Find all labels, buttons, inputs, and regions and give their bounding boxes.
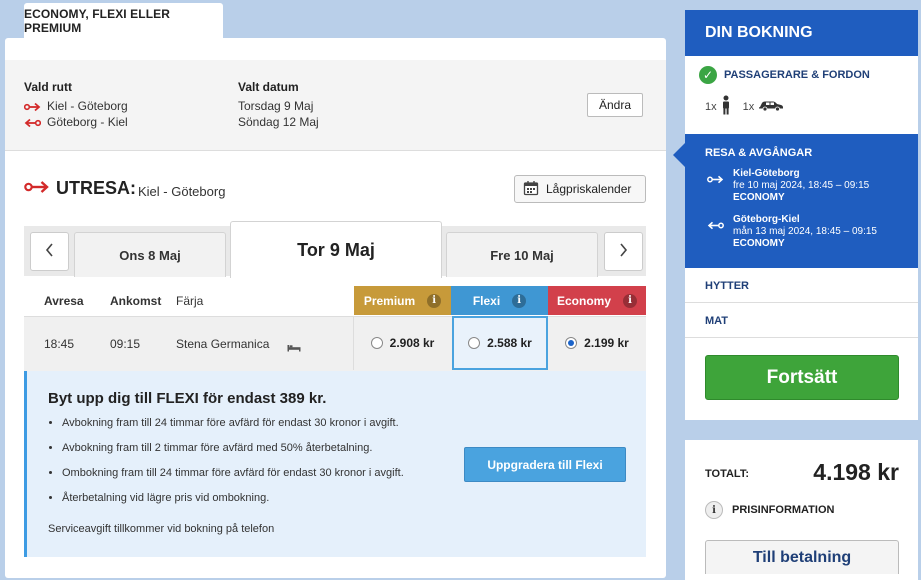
calendar-label: Lågpriskalender	[546, 182, 632, 196]
leg-outbound: Kiel-Göteborg fre 10 maj 2024, 18:45 – 0…	[733, 168, 869, 204]
list-item: Avbokning fram till 2 timmar före avfärd…	[62, 442, 404, 455]
col-ankomst: Ankomst	[110, 294, 162, 308]
return-route-text: Göteborg - Kiel	[47, 115, 128, 129]
info-icon: i	[705, 501, 723, 519]
list-item: Ombokning fram till 24 timmar före avfär…	[62, 467, 404, 480]
arrival-time: 09:15	[110, 337, 141, 351]
ferry-name: Stena Germanica	[176, 337, 270, 351]
date-tab-active[interactable]: Tor 9 Maj	[230, 221, 442, 278]
upgrade-title: Byt upp dig till FLEXI för endast 389 kr…	[48, 390, 327, 407]
bed-icon	[287, 339, 301, 357]
leg-class: ECONOMY	[733, 192, 785, 203]
date-label: Valt datum	[238, 80, 299, 94]
total-value: 4.198 kr	[813, 459, 899, 485]
tab-fare-classes[interactable]: ECONOMY, FLEXI ELLER PREMIUM	[24, 3, 223, 39]
fare-option-premium[interactable]: 2.908 kr	[354, 316, 451, 370]
fare-name: Flexi	[472, 293, 501, 308]
outbound-date: Torsdag 9 Maj	[238, 99, 314, 113]
arrow-right-icon	[24, 178, 50, 199]
outbound-title: UTRESA:	[56, 178, 136, 198]
person-icon	[721, 95, 731, 118]
passenger-counts: 1x 1x	[705, 95, 784, 118]
fare-header-premium[interactable]: Premium i	[354, 286, 451, 315]
fare-option-flexi[interactable]: 2.588 kr	[452, 316, 548, 370]
radio-premium[interactable]	[370, 337, 383, 349]
departure-time: 18:45	[44, 337, 75, 351]
fare-header-flexi[interactable]: Flexi i	[451, 286, 548, 315]
list-item: Avbokning fram till 24 timmar före avfär…	[62, 417, 404, 430]
to-payment-button[interactable]: Till betalning	[705, 540, 899, 574]
leg-class: ECONOMY	[733, 238, 785, 249]
return-date: Söndag 12 Maj	[238, 115, 319, 129]
date-tab-prev[interactable]: Ons 8 Maj	[74, 232, 226, 277]
info-icon[interactable]: i	[427, 293, 442, 308]
prev-date-button[interactable]	[30, 232, 69, 271]
outbound-route-text: Kiel - Göteborg	[47, 99, 128, 113]
chevron-left-icon	[45, 241, 54, 262]
price-info-link[interactable]: i PRISINFORMATION	[705, 501, 834, 519]
low-price-calendar-button[interactable]: Lågpriskalender	[514, 175, 646, 203]
fare-header-economy[interactable]: Economy i	[548, 286, 646, 315]
fare-price: 2.588 kr	[487, 336, 532, 350]
arrow-left-icon	[24, 118, 41, 128]
date-tab-next[interactable]: Fre 10 Maj	[446, 232, 598, 277]
info-icon[interactable]: i	[512, 293, 527, 308]
fare-name: Economy	[556, 293, 611, 308]
arrow-right-icon	[24, 102, 41, 112]
leg-route: Kiel-Göteborg	[733, 168, 800, 179]
upgrade-benefits: Avbokning fram till 24 timmar före avfär…	[46, 417, 404, 517]
leg-return: Göteborg-Kiel mån 13 maj 2024, 18:45 – 0…	[733, 214, 877, 250]
check-icon: ✓	[699, 66, 717, 84]
next-date-button[interactable]	[604, 232, 643, 271]
car-icon	[758, 99, 784, 114]
fare-price: 2.908 kr	[389, 336, 435, 350]
chevron-right-icon	[619, 241, 628, 262]
leg-time: fre 10 maj 2024, 18:45 – 09:15	[733, 180, 870, 191]
change-route-button[interactable]: Ändra	[587, 93, 643, 117]
passengers-section[interactable]: ✓ PASSAGERARE & FORDON	[699, 66, 870, 84]
fare-option-economy[interactable]: 2.199 kr	[548, 316, 646, 370]
passengers-label: PASSAGERARE & FORDON	[724, 69, 870, 81]
arrow-right-icon	[707, 171, 724, 189]
radio-flexi[interactable]	[468, 337, 481, 349]
upgrade-to-flexi-button[interactable]: Uppgradera till Flexi	[464, 447, 626, 482]
active-step-pointer	[673, 143, 685, 167]
trips-label: RESA & AVGÅNGAR	[705, 147, 813, 159]
total-label: TOTALT:	[705, 468, 749, 480]
route-label: Vald rutt	[24, 80, 73, 94]
leg-route: Göteborg-Kiel	[733, 214, 800, 225]
food-section[interactable]: MAT	[685, 304, 918, 338]
col-avresa: Avresa	[44, 294, 84, 308]
col-farja: Färja	[176, 294, 204, 308]
service-fee-note: Serviceavgift tillkommer vid bokning på …	[48, 523, 275, 535]
cabins-section[interactable]: HYTTER	[685, 269, 918, 303]
person-count: 1x	[705, 100, 717, 113]
calendar-icon	[523, 180, 539, 199]
list-item: Återbetalning vid lägre pris vid ombokni…	[62, 492, 404, 505]
leg-time: mån 13 maj 2024, 18:45 – 09:15	[733, 226, 877, 237]
continue-button[interactable]: Fortsätt	[705, 355, 899, 400]
radio-economy[interactable]	[565, 337, 578, 349]
outbound-heading: UTRESA:	[24, 178, 136, 199]
fare-price: 2.199 kr	[584, 336, 629, 350]
fare-name: Premium	[363, 293, 416, 308]
info-icon[interactable]: i	[623, 293, 637, 308]
arrow-left-icon	[707, 217, 724, 235]
vehicle-count: 1x	[742, 100, 755, 113]
booking-title: DIN BOKNING	[685, 10, 918, 56]
outbound-subtitle: Kiel - Göteborg	[138, 184, 226, 199]
return-route: Göteborg - Kiel	[24, 115, 128, 129]
price-info-label: PRISINFORMATION	[732, 504, 835, 516]
outbound-route: Kiel - Göteborg	[24, 99, 128, 113]
